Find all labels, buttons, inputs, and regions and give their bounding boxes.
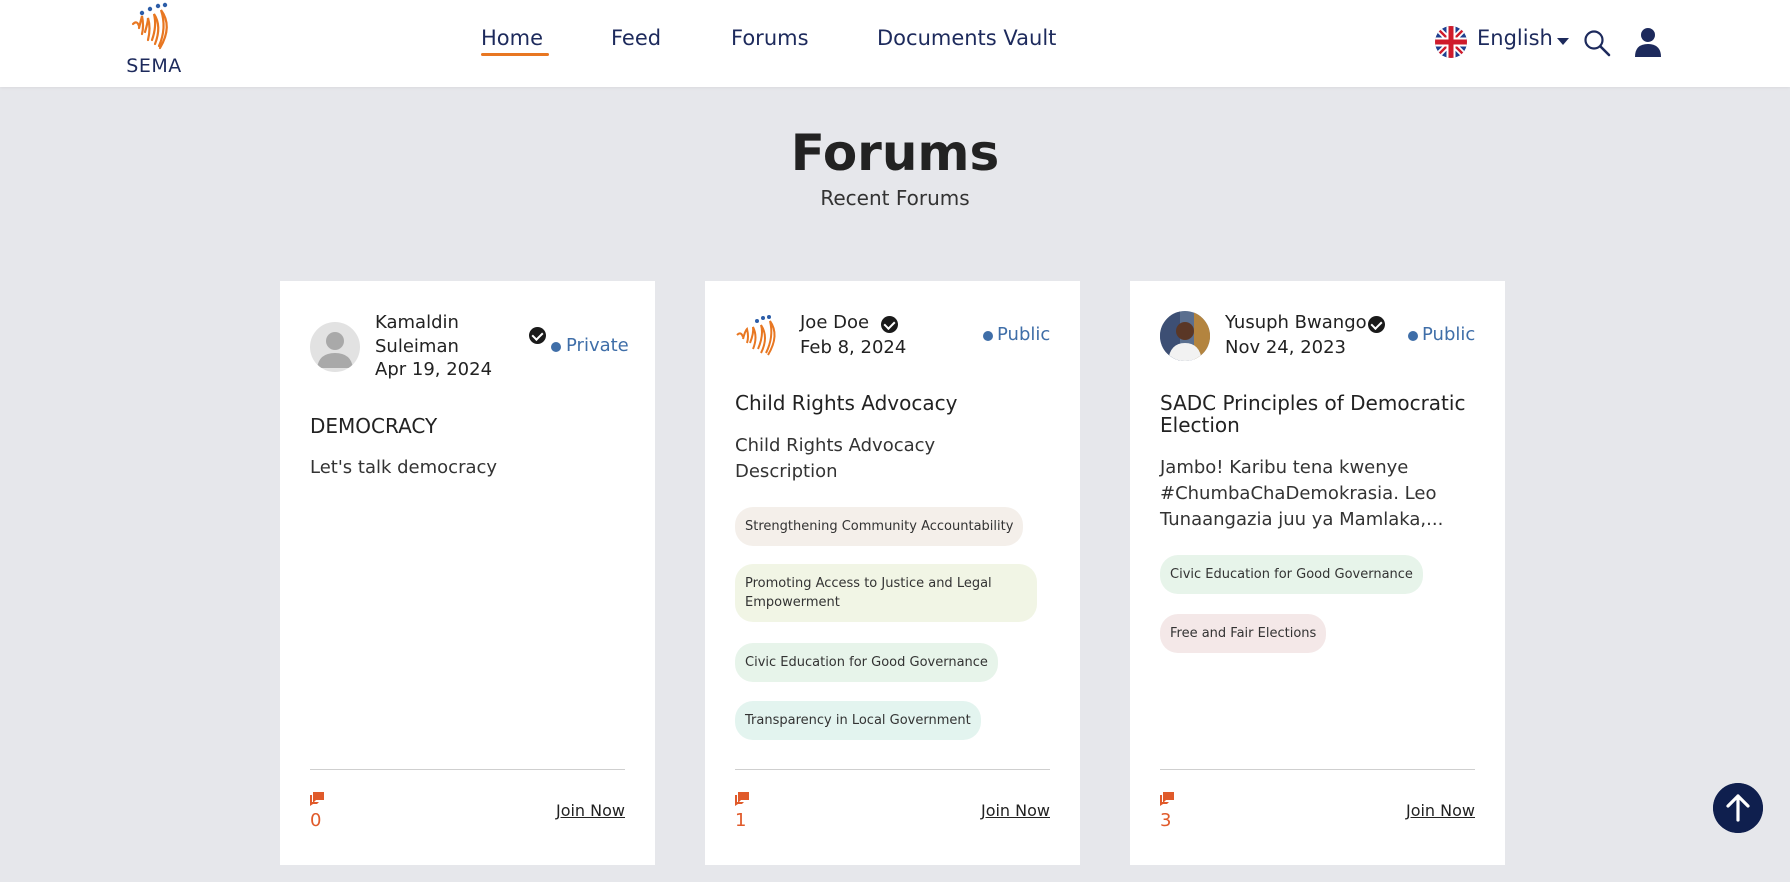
join-now-link[interactable]: Join Now	[1406, 801, 1475, 820]
visibility-dot	[551, 342, 561, 352]
card-divider	[310, 769, 625, 770]
topic-tag[interactable]: Transparency in Local Government	[735, 701, 981, 740]
language-selector[interactable]: English	[1477, 26, 1553, 50]
comment-count: 1	[735, 810, 747, 831]
comment-count: 3	[1160, 810, 1172, 831]
forum-description: Jambo! Karibu tena kwenye #ChumbaChaDemo…	[1160, 457, 1444, 530]
forum-date: Apr 19, 2024	[375, 359, 493, 380]
sema-logo-icon	[131, 2, 168, 50]
avatar-placeholder	[310, 322, 360, 372]
page-subtitle: Recent Forums	[820, 186, 970, 210]
topic-tag[interactable]: Civic Education for Good Governance	[735, 643, 998, 682]
forum-date: Nov 24, 2023	[1225, 337, 1347, 358]
topic-tag[interactable]: Promoting Access to Justice and Legal Em…	[735, 564, 1037, 622]
nav-feed[interactable]: Feed	[611, 26, 661, 50]
forum-description: Let's talk democracy	[310, 457, 498, 478]
visibility-dot	[1408, 331, 1418, 341]
forum-title[interactable]: Child Rights Advocacy	[735, 392, 1055, 414]
comment-icon	[1160, 792, 1174, 806]
card-divider	[735, 769, 1050, 770]
join-now-link[interactable]: Join Now	[981, 801, 1050, 820]
forum-card[interactable]: Kamaldin Suleiman Apr 19, 2024 Private D…	[280, 281, 655, 865]
visibility-label: Public	[997, 324, 1051, 345]
user-avatar-photo	[1160, 311, 1210, 361]
visibility-label: Private	[566, 335, 629, 356]
forum-author: Yusuph Bwango	[1225, 312, 1367, 333]
forum-card[interactable]: Yusuph Bwango Nov 24, 2023 Public SADC P…	[1130, 281, 1505, 865]
verified-icon	[881, 316, 898, 333]
forum-title[interactable]: DEMOCRACY	[310, 415, 630, 437]
search-icon[interactable]	[1583, 29, 1611, 57]
top-header: SEMA Home Feed Forums Documents Vault En…	[0, 0, 1790, 87]
logo-text: SEMA	[126, 55, 182, 77]
forum-author: Joe Doe	[800, 312, 870, 333]
card-divider	[1160, 769, 1475, 770]
nav-forums[interactable]: Forums	[731, 26, 809, 50]
visibility-label: Public	[1422, 324, 1476, 345]
sema-avatar	[735, 311, 785, 361]
comment-count: 0	[310, 810, 322, 831]
caret-down-icon[interactable]	[1557, 38, 1569, 45]
topic-tag[interactable]: Civic Education for Good Governance	[1160, 555, 1423, 594]
join-now-link[interactable]: Join Now	[556, 801, 625, 820]
arrow-up-icon[interactable]	[1713, 783, 1763, 833]
page-title: Forums	[790, 124, 1000, 182]
forum-date: Feb 8, 2024	[800, 337, 907, 358]
user-icon[interactable]	[1634, 27, 1662, 57]
sema-logo[interactable]: SEMA	[122, 2, 186, 77]
forum-title[interactable]: SADC Principles of Democratic Election	[1160, 392, 1478, 436]
nav-active-underline	[481, 53, 549, 56]
nav-documents-vault[interactable]: Documents Vault	[877, 26, 1056, 50]
forum-author: Kamaldin Suleiman	[375, 312, 459, 357]
verified-icon	[529, 327, 546, 344]
verified-icon	[1368, 316, 1385, 333]
comment-icon	[310, 792, 324, 806]
topic-tag[interactable]: Free and Fair Elections	[1160, 614, 1327, 653]
uk-flag-icon[interactable]	[1435, 26, 1467, 58]
nav-home[interactable]: Home	[481, 26, 543, 50]
forum-card[interactable]: Joe Doe Feb 8, 2024 Public Child Rights …	[705, 281, 1080, 865]
comment-icon	[735, 792, 749, 806]
forum-description: Child Rights Advocacy Description	[735, 435, 936, 482]
visibility-dot	[983, 331, 993, 341]
topic-tag[interactable]: Strengthening Community Accountability	[735, 507, 1024, 546]
